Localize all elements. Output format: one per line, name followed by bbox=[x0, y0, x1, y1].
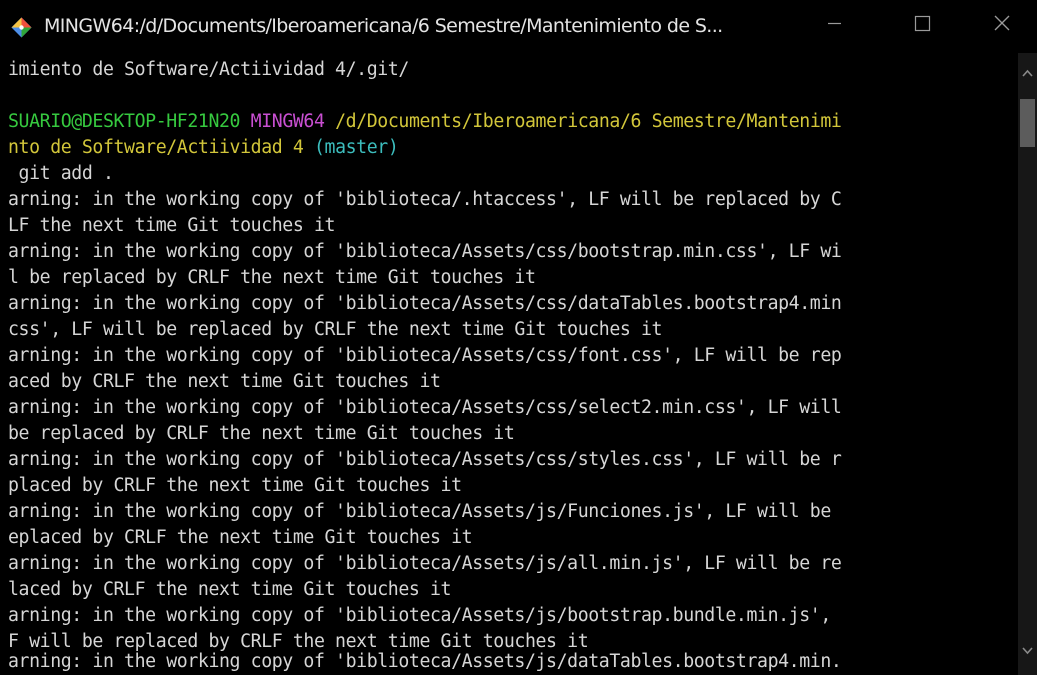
prompt-shell: MINGW64 bbox=[250, 111, 325, 132]
title-bar[interactable]: MINGW64:/d/Documents/Iberoamericana/6 Se… bbox=[0, 0, 1037, 50]
terminal-line: arning: in the working copy of 'bibliote… bbox=[8, 501, 831, 522]
terminal-line: laced by CRLF the next time Git touches … bbox=[8, 579, 452, 600]
close-button[interactable] bbox=[964, 0, 1034, 50]
terminal-line: l be replaced by CRLF the next time Git … bbox=[8, 267, 536, 288]
terminal-line: arning: in the working copy of 'bibliote… bbox=[8, 189, 842, 210]
maximize-button[interactable] bbox=[886, 0, 956, 50]
window-title: MINGW64:/d/Documents/Iberoamericana/6 Se… bbox=[44, 15, 723, 37]
terminal-line: imiento de Software/Actiividad 4/.git/ bbox=[8, 59, 409, 80]
terminal-line: eplaced by CRLF the next time Git touche… bbox=[8, 527, 473, 548]
prompt-path-continued: nto de Software/Actiividad 4 bbox=[8, 137, 304, 158]
prompt-path: /d/Documents/Iberoamericana/6 Semestre/M… bbox=[335, 111, 842, 132]
terminal-window: MINGW64:/d/Documents/Iberoamericana/6 Se… bbox=[0, 0, 1037, 675]
scrollbar-thumb[interactable] bbox=[1020, 99, 1035, 147]
terminal-line: arning: in the working copy of 'bibliote… bbox=[8, 293, 842, 314]
terminal-line: arning: in the working copy of 'bibliote… bbox=[8, 397, 842, 418]
terminal-line: css', LF will be replaced by CRLF the ne… bbox=[8, 319, 663, 340]
scroll-up-arrow-icon[interactable] bbox=[1018, 65, 1037, 81]
prompt-user-host: SUARIO@DESKTOP-HF21N20 bbox=[8, 111, 241, 132]
terminal-line: arning: in the working copy of 'bibliote… bbox=[8, 553, 842, 574]
terminal-line: arning: in the working copy of 'bibliote… bbox=[8, 241, 842, 262]
terminal-line: arning: in the working copy of 'bibliote… bbox=[8, 345, 842, 366]
scroll-down-arrow-icon[interactable] bbox=[1018, 643, 1037, 659]
terminal-line: arning: in the working copy of 'bibliote… bbox=[8, 449, 842, 470]
terminal-line: be replaced by CRLF the next time Git to… bbox=[8, 423, 515, 444]
prompt-line: SUARIO@DESKTOP-HF21N20 MINGW64 /d/Docume… bbox=[8, 109, 842, 135]
vertical-scrollbar[interactable] bbox=[1018, 53, 1037, 675]
terminal-line: arning: in the working copy of 'bibliote… bbox=[8, 605, 831, 626]
prompt-line-continued: nto de Software/Actiividad 4 (master) bbox=[8, 135, 399, 161]
terminal-output[interactable]: imiento de Software/Actiividad 4/.git/ S… bbox=[0, 53, 1018, 675]
git-bash-icon bbox=[11, 17, 32, 38]
command-line: git add . bbox=[8, 163, 114, 184]
minimize-button[interactable] bbox=[806, 0, 876, 50]
terminal-line: placed by CRLF the next time Git touches… bbox=[8, 475, 462, 496]
terminal-line: LF the next time Git touches it bbox=[8, 215, 336, 236]
terminal-line: arning: in the working copy of 'bibliote… bbox=[8, 651, 842, 672]
prompt-branch: (master) bbox=[313, 137, 399, 158]
terminal-line: aced by CRLF the next time Git touches i… bbox=[8, 371, 441, 392]
